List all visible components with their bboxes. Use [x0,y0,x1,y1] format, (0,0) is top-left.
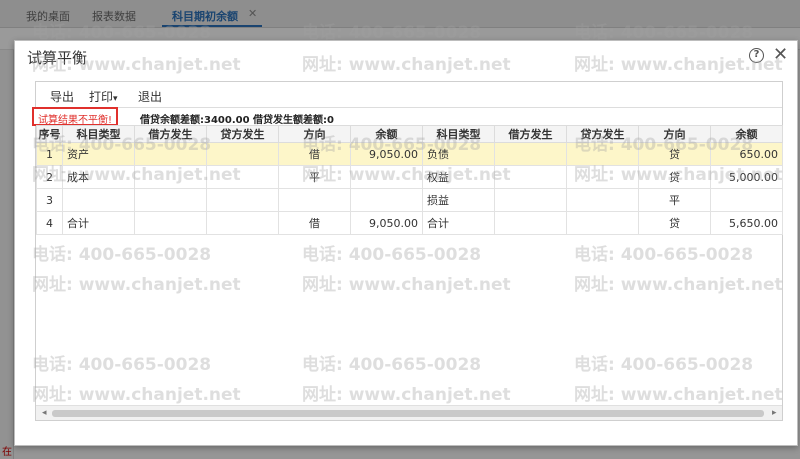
cell-credit [206,165,279,189]
cell-index: 4 [36,211,63,235]
cell-index: 2 [36,165,63,189]
status-row: 试算结果不平衡! 借贷余额差额:3400.00 借贷发生额差额:0 [32,107,782,126]
cell-balance [350,165,423,189]
cell-debit-2 [494,211,567,235]
scroll-right-icon[interactable]: ▸ [772,408,777,418]
cell-account-type: 资产 [62,142,135,166]
export-button[interactable]: 导出 [50,88,74,105]
table-row[interactable]: 1 资产 借 9,050.00 负债 贷 650.00 [36,142,783,166]
cell-credit-2 [566,188,639,212]
cell-balance-2: 5,650.00 [710,211,783,235]
cell-direction: 借 [278,211,351,235]
close-icon[interactable]: ✕ [773,44,788,65]
cell-index: 1 [36,142,63,166]
cell-account-type [62,188,135,212]
header-credit: 贷方发生 [206,125,279,143]
header-account-type: 科目类型 [62,125,135,143]
header-balance: 余额 [350,125,423,143]
cell-credit-2 [566,165,639,189]
cell-credit [206,142,279,166]
unbalanced-warning-badge: 试算结果不平衡! [32,107,119,126]
cell-debit [134,188,207,212]
header-direction: 方向 [278,125,351,143]
cell-credit [206,188,279,212]
cell-balance-2: 650.00 [710,142,783,166]
cell-account-type: 成本 [62,165,135,189]
horizontal-scrollbar[interactable]: ◂ ▸ [36,405,782,420]
cell-credit-2 [566,211,639,235]
cell-balance: 9,050.00 [350,211,423,235]
cell-account-type-2: 合计 [422,211,495,235]
cell-direction-2: 贷 [638,211,711,235]
print-button[interactable]: 打印▾ [89,88,118,105]
cell-debit-2 [494,142,567,166]
cell-account-type-2: 损益 [422,188,495,212]
table-row[interactable]: 2 成本 平 权益 贷 5,000.00 [36,165,783,189]
cell-balance-2 [710,188,783,212]
header-debit-2: 借方发生 [494,125,567,143]
print-label: 打印 [89,90,114,104]
dialog-menubar: 导出 打印▾ 退出 [36,82,782,108]
cell-balance [350,188,423,212]
cell-direction-2: 贷 [638,165,711,189]
cell-credit-2 [566,142,639,166]
cell-direction-2: 平 [638,188,711,212]
exit-button[interactable]: 退出 [138,88,162,105]
table-row[interactable]: 4 合计 借 9,050.00 合计 贷 5,650.00 [36,211,783,235]
cell-account-type: 合计 [62,211,135,235]
cell-debit-2 [494,165,567,189]
cell-debit [134,211,207,235]
trial-balance-table: 序号 科目类型 借方发生 贷方发生 方向 余额 科目类型 借方发生 贷方发生 方… [36,125,783,235]
trial-balance-dialog: 试算平衡 ? ✕ 导出 打印▾ 退出 试算结果不平衡! 借贷余额差额:3400.… [14,40,798,446]
cell-index: 3 [36,188,63,212]
cell-debit-2 [494,188,567,212]
scroll-left-icon[interactable]: ◂ [42,408,47,418]
header-index: 序号 [36,125,63,143]
scrollbar-thumb[interactable] [52,410,764,417]
cell-credit [206,211,279,235]
header-account-type-2: 科目类型 [422,125,495,143]
header-credit-2: 贷方发生 [566,125,639,143]
dialog-title: 试算平衡 [27,49,88,67]
cell-account-type-2: 负债 [422,142,495,166]
cell-direction-2: 贷 [638,142,711,166]
table-header-row: 序号 科目类型 借方发生 贷方发生 方向 余额 科目类型 借方发生 贷方发生 方… [36,125,783,143]
cell-balance: 9,050.00 [350,142,423,166]
header-balance-2: 余额 [710,125,783,143]
balance-difference-text: 借贷余额差额:3400.00 借贷发生额差额:0 [140,115,334,126]
cell-direction: 平 [278,165,351,189]
cell-balance-2: 5,000.00 [710,165,783,189]
header-direction-2: 方向 [638,125,711,143]
table-row[interactable]: 3 损益 平 [36,188,783,212]
cell-debit [134,142,207,166]
cell-account-type-2: 权益 [422,165,495,189]
dialog-content: 导出 打印▾ 退出 试算结果不平衡! 借贷余额差额:3400.00 借贷发生额差… [32,81,783,421]
cell-direction: 借 [278,142,351,166]
cell-debit [134,165,207,189]
help-icon[interactable]: ? [749,48,764,63]
cell-direction [278,188,351,212]
header-debit: 借方发生 [134,125,207,143]
chevron-down-icon: ▾ [113,94,118,104]
